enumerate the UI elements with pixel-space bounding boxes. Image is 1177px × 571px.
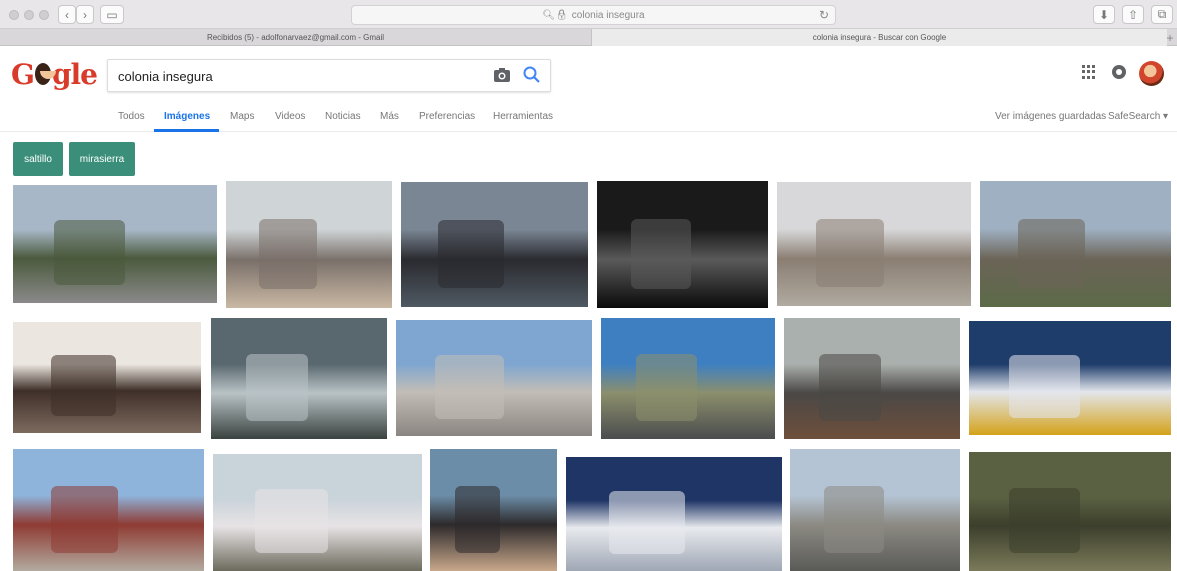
saved-images-link[interactable]: Ver imágenes guardadas (995, 111, 1106, 122)
thumbnail-shape (1009, 487, 1081, 554)
minimize-window-button[interactable] (24, 10, 34, 20)
avatar[interactable] (1139, 61, 1164, 86)
active-tab-underline (154, 129, 219, 132)
search-lock-icon: 🔍︎🔒︎ (542, 9, 568, 21)
tab-preferencias[interactable]: Preferencias (419, 111, 475, 122)
reload-icon[interactable]: ↻ (819, 8, 829, 22)
browser-toolbar: ‹ › ▭ 🔍︎🔒︎ colonia insegura ↻ ⬇︎ ⇧ ⧉ (0, 0, 1177, 29)
plus-icon: + (1166, 30, 1174, 45)
image-result-crowd-meeting[interactable] (430, 449, 557, 571)
search-tabs: Todos Imágenes Maps Videos Noticias Más … (0, 102, 1177, 132)
tabs-overview-button[interactable]: ⧉ (1151, 5, 1173, 24)
tab-herramientas[interactable]: Herramientas (493, 111, 553, 122)
image-result-masked-thief-at-car[interactable] (226, 181, 392, 308)
thumbnail-shape (50, 355, 117, 417)
image-result-police-crowd[interactable] (401, 182, 588, 307)
sidebar-icon: ▭ (106, 7, 118, 22)
tab-imagenes[interactable]: Imágenes (164, 111, 210, 122)
image-result-colonial-street[interactable] (13, 449, 204, 571)
thumbnail-shape (819, 354, 881, 421)
thumbnail-shape (254, 489, 328, 554)
tab-label: colonia insegura - Buscar con Google (812, 33, 947, 42)
address-bar[interactable]: 🔍︎🔒︎ colonia insegura ↻ (351, 5, 836, 25)
thumbnail-shape (1009, 355, 1081, 418)
thumbnail-shape (438, 219, 504, 289)
tab-maps[interactable]: Maps (230, 111, 254, 122)
chevron-left-icon: ‹ (65, 7, 69, 22)
download-icon: ⬇︎ (1098, 7, 1110, 22)
thumbnail-shape (455, 485, 500, 553)
thumbnail-shape (631, 219, 692, 289)
chevron-right-icon: › (83, 7, 87, 22)
tab-noticias[interactable]: Noticias (325, 111, 361, 122)
tab-bar: Recibidos (5) - adolfonarvaez@gmail.com … (0, 29, 1177, 46)
thumbnail-shape (635, 354, 697, 421)
tab-gmail[interactable]: Recibidos (5) - adolfonarvaez@gmail.com … (0, 29, 592, 46)
image-result-soldiers-line[interactable] (969, 452, 1171, 571)
share-button[interactable]: ⇧ (1122, 5, 1144, 24)
google-doodle-logo[interactable]: G gle (11, 56, 98, 92)
thumbnail-shape (609, 491, 685, 554)
image-result-crowbar-car-door[interactable] (13, 322, 201, 433)
forward-button[interactable]: › (76, 5, 94, 24)
image-result-empty-street-houses[interactable] (396, 320, 592, 436)
thumbnail-shape (51, 485, 119, 553)
apps-grid-icon[interactable] (1082, 65, 1096, 79)
search-box (107, 59, 551, 92)
camera-icon[interactable] (493, 67, 511, 83)
thumbnail-shape (1018, 218, 1086, 289)
image-result-street-with-cars[interactable] (601, 318, 775, 439)
safesearch-dropdown[interactable]: SafeSearch ▾ (1108, 111, 1168, 122)
tab-todos[interactable]: Todos (118, 111, 145, 122)
close-window-button[interactable] (9, 10, 19, 20)
download-button[interactable]: ⬇︎ (1093, 5, 1115, 24)
tab-label: Recibidos (5) - adolfonarvaez@gmail.com … (206, 33, 385, 42)
tab-google-search[interactable]: colonia insegura - Buscar con Google (592, 29, 1167, 46)
tab-mas[interactable]: Más (380, 111, 399, 122)
image-result-toluca-street[interactable] (790, 449, 960, 571)
tab-videos[interactable]: Videos (275, 111, 305, 122)
thumbnail-shape (246, 354, 308, 421)
thumbnail-shape (259, 219, 318, 289)
chip-mirasierra[interactable]: mirasierra (69, 142, 135, 176)
thumbnail-shape (815, 219, 884, 288)
image-result-protest-banner-street[interactable] (213, 454, 422, 571)
thumbnail-shape (435, 354, 504, 419)
image-result-neighbors-gathering[interactable] (784, 318, 960, 439)
back-button[interactable]: ‹ (58, 5, 76, 24)
thumbnail-shape (53, 220, 126, 286)
image-result-police-cars-camera[interactable] (566, 457, 782, 571)
notifications-icon[interactable] (1112, 65, 1126, 79)
address-text: colonia insegura (571, 9, 645, 21)
search-input[interactable] (118, 67, 488, 85)
zoom-window-button[interactable] (39, 10, 49, 20)
image-result-stormy-sky-street[interactable] (211, 318, 387, 439)
share-icon: ⇧ (1127, 7, 1139, 22)
image-result-sidewalk-with-people[interactable] (777, 182, 971, 306)
image-result-street-with-walker[interactable] (13, 185, 217, 303)
search-icon[interactable] (522, 65, 542, 85)
new-tab-button[interactable]: + (1163, 29, 1177, 46)
image-result-ambulance-scene[interactable] (969, 321, 1171, 435)
image-result-dark-alley-night[interactable] (597, 181, 768, 308)
chip-saltillo[interactable]: saltillo (13, 142, 63, 176)
tabs-icon: ⧉ (1157, 7, 1167, 21)
thumbnail-shape (824, 485, 884, 553)
sidebar-button[interactable]: ▭ (100, 5, 124, 24)
doodle-face-icon (34, 63, 56, 85)
image-result-woman-walking-road[interactable] (980, 181, 1171, 307)
